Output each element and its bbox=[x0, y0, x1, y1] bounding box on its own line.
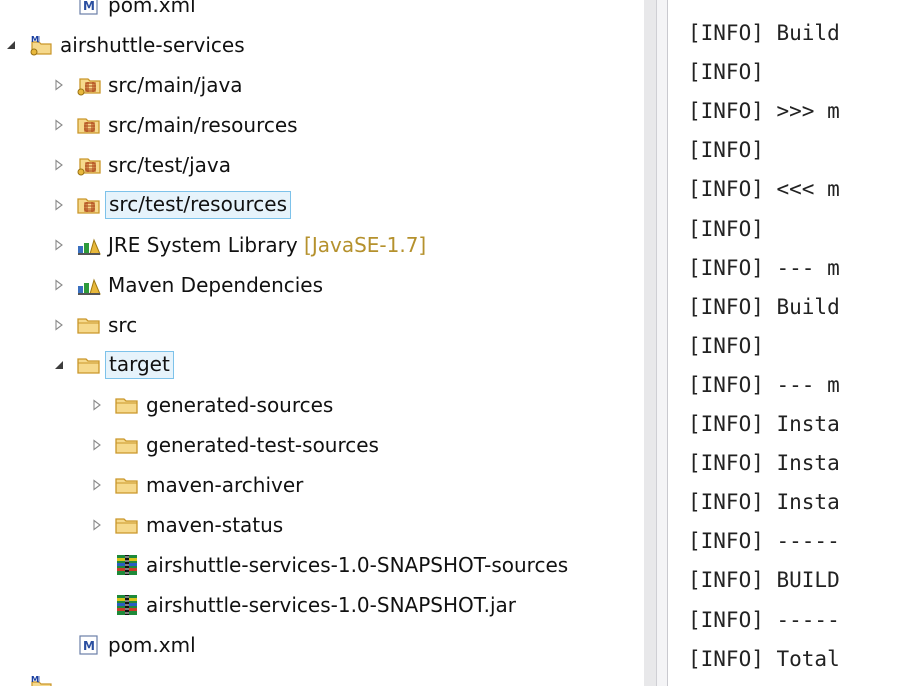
tree-item[interactable]: Maven Dependencies bbox=[0, 268, 640, 302]
folder-icon bbox=[115, 434, 139, 456]
folder-icon bbox=[77, 354, 101, 376]
tree-item[interactable]: M J airshuttle-services bbox=[0, 28, 640, 62]
console-line: [INFO] >>> m bbox=[688, 99, 840, 124]
console-line: [INFO] --- m bbox=[688, 255, 840, 280]
expand-arrow-icon[interactable] bbox=[90, 398, 104, 412]
svg-text:J: J bbox=[37, 675, 40, 683]
console-line: [INFO] bbox=[688, 333, 764, 358]
tree-item[interactable]: M pom.xml bbox=[0, 0, 640, 22]
expand-arrow-icon[interactable] bbox=[52, 78, 66, 92]
tree-item[interactable]: src/test/java bbox=[0, 148, 640, 182]
tree-item-label[interactable]: pom.xml bbox=[105, 632, 199, 658]
tree-item[interactable]: maven-archiver bbox=[0, 468, 640, 502]
tree-item[interactable]: airshuttle-services-1.0-SNAPSHOT.jar bbox=[0, 588, 640, 622]
view-separator bbox=[644, 0, 656, 686]
console-line: [INFO] Finis bbox=[688, 682, 840, 686]
resource-folder-icon bbox=[77, 194, 101, 216]
expand-arrow-icon[interactable] bbox=[52, 158, 66, 172]
maven-pom-icon: M bbox=[77, 634, 101, 656]
library-icon bbox=[77, 234, 101, 256]
tree-item[interactable]: src/main/resources bbox=[0, 108, 640, 142]
tree-item-label[interactable]: target bbox=[105, 351, 174, 379]
tree-item-label[interactable]: src/test/resources bbox=[105, 191, 292, 219]
tree-item-label[interactable]: airshuttle-services-1.0-SNAPSHOT-sources bbox=[143, 552, 571, 578]
tree-item[interactable]: M J bbox=[0, 668, 640, 686]
console-line: [INFO] bbox=[688, 138, 764, 163]
source-folder-icon bbox=[77, 74, 101, 96]
svg-text:J: J bbox=[37, 35, 40, 43]
tree-item[interactable]: src/test/resources bbox=[0, 188, 640, 222]
tree-item[interactable]: airshuttle-services-1.0-SNAPSHOT-sources bbox=[0, 548, 640, 582]
expand-arrow-icon[interactable] bbox=[90, 438, 104, 452]
maven-pom-icon: M bbox=[77, 0, 101, 16]
collapse-arrow-icon[interactable] bbox=[4, 38, 18, 52]
console-line: [INFO] --- m bbox=[688, 372, 840, 397]
tree-item-label[interactable]: src/test/java bbox=[105, 152, 234, 178]
tree-item[interactable]: generated-test-sources bbox=[0, 428, 640, 462]
tree-item[interactable]: M pom.xml bbox=[0, 628, 640, 662]
console-line: [INFO] Total bbox=[688, 646, 840, 671]
console-line: [INFO] ----- bbox=[688, 607, 840, 632]
package-explorer-tree: M pom.xml M J airshuttle-services src/ma… bbox=[0, 0, 640, 686]
tree-item[interactable]: src/main/java bbox=[0, 68, 640, 102]
tree-item[interactable]: JRE System Library [JavaSE-1.7] bbox=[0, 228, 640, 262]
maven-project-icon: M J bbox=[29, 674, 53, 686]
expand-arrow-icon[interactable] bbox=[90, 478, 104, 492]
folder-icon bbox=[77, 314, 101, 336]
console-line: [INFO] BUILD bbox=[688, 568, 840, 593]
console-line: [INFO] ----- bbox=[688, 529, 840, 554]
tree-item-label[interactable]: airshuttle-services-1.0-SNAPSHOT.jar bbox=[143, 592, 519, 618]
folder-icon bbox=[115, 394, 139, 416]
expand-arrow-icon[interactable] bbox=[52, 278, 66, 292]
console-line: [INFO] bbox=[688, 60, 764, 85]
tree-item[interactable]: target bbox=[0, 348, 640, 382]
svg-text:M: M bbox=[83, 0, 95, 13]
collapse-arrow-icon[interactable] bbox=[52, 358, 66, 372]
tree-item-label[interactable]: airshuttle-services bbox=[57, 32, 248, 58]
tree-item-label[interactable]: maven-status bbox=[143, 512, 286, 538]
resource-folder-icon bbox=[77, 114, 101, 136]
tree-item-label[interactable]: maven-archiver bbox=[143, 472, 306, 498]
console-line: [INFO] Insta bbox=[688, 451, 840, 476]
expand-arrow-icon[interactable] bbox=[52, 198, 66, 212]
jar-archive-icon bbox=[115, 594, 139, 616]
console-line: [INFO] Build bbox=[688, 294, 840, 319]
maven-project-icon: M J bbox=[29, 34, 53, 56]
library-icon bbox=[77, 274, 101, 296]
tree-item-label[interactable]: pom.xml bbox=[105, 0, 199, 18]
tree-item[interactable]: maven-status bbox=[0, 508, 640, 542]
console-output[interactable]: [INFO] Build [INFO] [INFO] >>> m [INFO] [INF… bbox=[668, 0, 903, 686]
tree-item-label[interactable]: generated-test-sources bbox=[143, 432, 382, 458]
expand-arrow-icon[interactable] bbox=[90, 518, 104, 532]
tree-item-label[interactable]: src bbox=[105, 312, 140, 338]
console-line: [INFO] Build bbox=[688, 21, 840, 45]
folder-icon bbox=[115, 474, 139, 496]
tree-item-label[interactable]: generated-sources bbox=[143, 392, 336, 418]
expand-arrow-icon[interactable] bbox=[52, 318, 66, 332]
jar-archive-icon bbox=[115, 554, 139, 576]
tree-item-label[interactable]: src/main/resources bbox=[105, 112, 301, 138]
tree-item-decoration: [JavaSE-1.7] bbox=[297, 233, 427, 257]
console-line: [INFO] Insta bbox=[688, 490, 840, 515]
expand-arrow-icon[interactable] bbox=[52, 118, 66, 132]
folder-icon bbox=[115, 514, 139, 536]
tree-item-label[interactable]: Maven Dependencies bbox=[105, 272, 326, 298]
svg-text:M: M bbox=[83, 639, 95, 653]
tree-item[interactable]: src bbox=[0, 308, 640, 342]
tree-item-label[interactable]: JRE System Library [JavaSE-1.7] bbox=[105, 232, 429, 258]
console-line: [INFO] <<< m bbox=[688, 177, 840, 202]
console-line: [INFO] Insta bbox=[688, 412, 840, 436]
tree-item-label[interactable]: src/main/java bbox=[105, 72, 246, 98]
expand-arrow-icon[interactable] bbox=[52, 238, 66, 252]
tree-item[interactable]: generated-sources bbox=[0, 388, 640, 422]
console-line: [INFO] bbox=[688, 216, 764, 241]
source-folder-icon bbox=[77, 154, 101, 176]
